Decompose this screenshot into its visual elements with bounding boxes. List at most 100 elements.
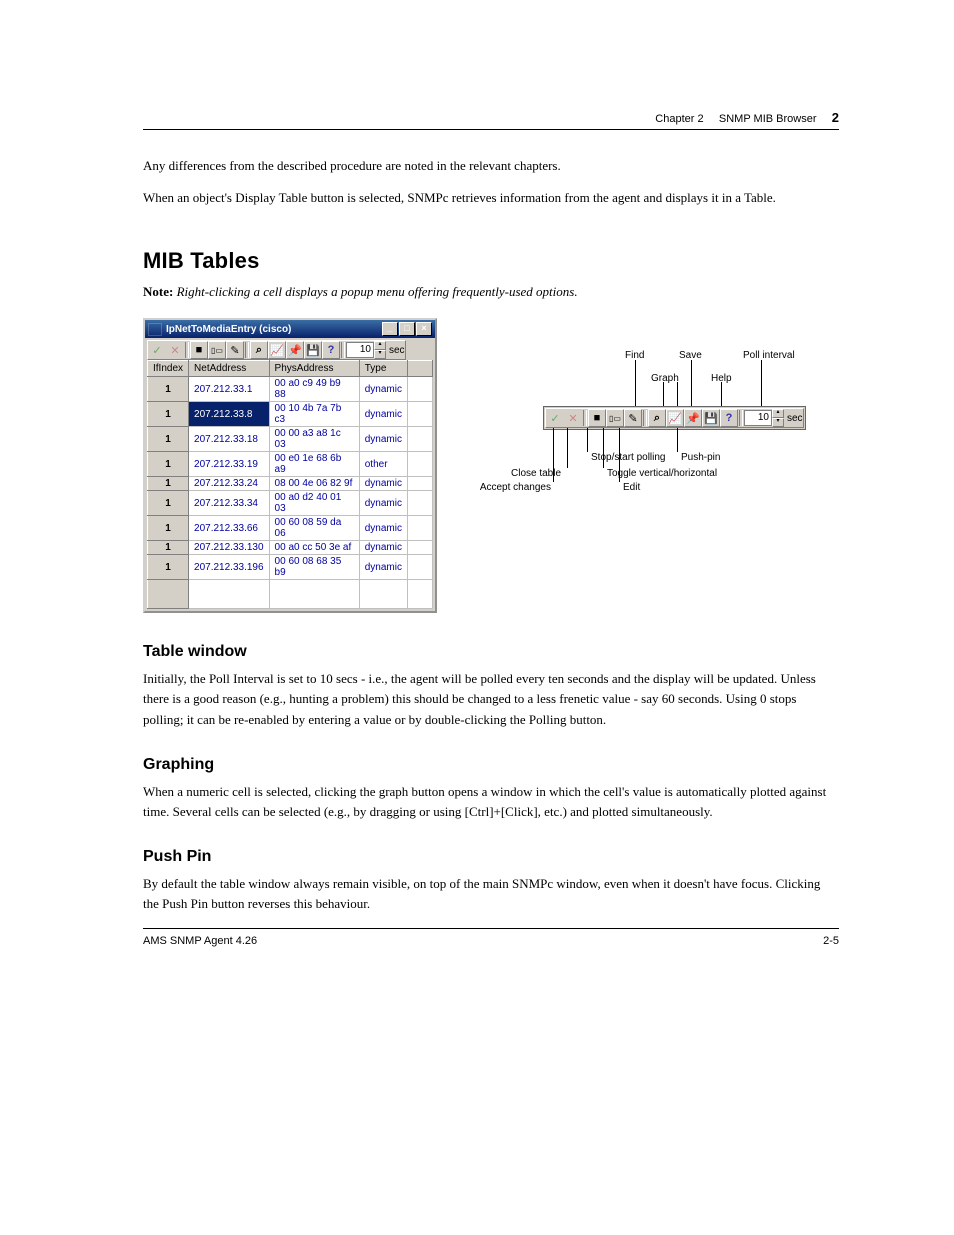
cell-ifindex[interactable]: 1	[148, 402, 189, 427]
poll-spin-buttons[interactable]: ▴▾	[374, 341, 386, 359]
cell-gutter	[408, 477, 433, 491]
cell-netaddress[interactable]: 207.212.33.1	[189, 377, 270, 402]
cell-netaddress[interactable]: 207.212.33.24	[189, 477, 270, 491]
data-grid[interactable]: IfIndex NetAddress PhysAddress Type 1207…	[147, 360, 433, 609]
cell-netaddress[interactable]: 207.212.33.196	[189, 555, 270, 580]
table-row[interactable]: 1207.212.33.1800 00 a3 a8 1c 03dynamic	[148, 427, 433, 452]
table-row[interactable]: 1207.212.33.2408 00 4e 06 82 9fdynamic	[148, 477, 433, 491]
window-icon	[148, 323, 162, 336]
toggle-vh-icon: ▯▭	[606, 409, 624, 427]
footer-rule	[143, 928, 839, 929]
edit-icon[interactable]: ✎	[226, 341, 244, 359]
close-icon[interactable]: ✕	[166, 341, 184, 359]
toggle-vh-icon[interactable]: ▯▭	[208, 341, 226, 359]
table-row[interactable]: 1207.212.33.3400 a0 d2 40 01 03dynamic	[148, 491, 433, 516]
poll-interval-input: 10	[744, 410, 772, 426]
col-scroll-gutter	[408, 361, 433, 377]
page-header: Chapter 2 SNMP MIB Browser 2	[143, 110, 839, 125]
chapter-title: SNMP MIB Browser	[719, 113, 817, 125]
cell-ifindex[interactable]: 1	[148, 427, 189, 452]
col-type[interactable]: Type	[359, 361, 407, 377]
table-row[interactable]: 1207.212.33.100 a0 c9 49 b9 88dynamic	[148, 377, 433, 402]
pushpin-icon[interactable]: 📌	[286, 341, 304, 359]
minimize-button[interactable]: _	[382, 322, 398, 336]
label-edit: Edit	[623, 482, 640, 493]
cell-type[interactable]: dynamic	[359, 541, 407, 555]
maximize-button[interactable]: □	[399, 322, 415, 336]
header-rule	[143, 129, 839, 130]
cell-physaddress[interactable]: 00 a0 cc 50 3e af	[269, 541, 359, 555]
cell-netaddress[interactable]: 207.212.33.34	[189, 491, 270, 516]
cell-gutter	[408, 555, 433, 580]
table-row[interactable]: 1207.212.33.800 10 4b 7a 7b c3dynamic	[148, 402, 433, 427]
cell-ifindex[interactable]: 1	[148, 555, 189, 580]
cell-ifindex[interactable]: 1	[148, 377, 189, 402]
cell-gutter	[408, 541, 433, 555]
seconds-label: sec	[389, 345, 405, 356]
cell-physaddress[interactable]: 00 60 08 68 35 b9	[269, 555, 359, 580]
label-pushpin: Push-pin	[681, 452, 720, 463]
cell-type[interactable]: dynamic	[359, 516, 407, 541]
col-netaddress[interactable]: NetAddress	[189, 361, 270, 377]
cell-type[interactable]: dynamic	[359, 377, 407, 402]
toolbar-separator	[341, 342, 345, 358]
toolbar-annotation: Find Save Poll interval Graph Help ✓ ✕	[543, 318, 839, 518]
cell-physaddress[interactable]: 00 a0 d2 40 01 03	[269, 491, 359, 516]
cell-physaddress[interactable]: 00 60 08 59 da 06	[269, 516, 359, 541]
cell-ifindex[interactable]: 1	[148, 452, 189, 477]
close-button[interactable]: ×	[416, 322, 432, 336]
stop-poll-icon[interactable]: ■	[190, 341, 208, 359]
col-ifindex[interactable]: IfIndex	[148, 361, 189, 377]
subheading-pushpin: Push Pin	[143, 848, 839, 866]
table-row[interactable]: 1207.212.33.6600 60 08 59 da 06dynamic	[148, 516, 433, 541]
table-row[interactable]: 1207.212.33.13000 a0 cc 50 3e afdynamic	[148, 541, 433, 555]
poll-interval-input[interactable]: 10	[346, 342, 374, 358]
toolbar-separator	[245, 342, 249, 358]
section-heading-mib-tables: MIB Tables	[143, 248, 839, 274]
chapter-number-big: 2	[832, 110, 839, 125]
label-poll-interval: Poll interval	[743, 350, 795, 361]
table-row[interactable]: 1207.212.33.19600 60 08 68 35 b9dynamic	[148, 555, 433, 580]
cell-netaddress[interactable]: 207.212.33.66	[189, 516, 270, 541]
help-icon[interactable]: ?	[322, 341, 340, 359]
col-physaddress[interactable]: PhysAddress	[269, 361, 359, 377]
close-icon: ✕	[564, 409, 582, 427]
find-icon[interactable]: ⌕	[250, 341, 268, 359]
cell-gutter	[408, 491, 433, 516]
cell-type[interactable]: other	[359, 452, 407, 477]
cell-ifindex[interactable]: 1	[148, 477, 189, 491]
cell-type[interactable]: dynamic	[359, 402, 407, 427]
cell-physaddress[interactable]: 08 00 4e 06 82 9f	[269, 477, 359, 491]
cell-netaddress[interactable]: 207.212.33.18	[189, 427, 270, 452]
graphing-body: When a numeric cell is selected, clickin…	[143, 782, 839, 822]
cell-type[interactable]: dynamic	[359, 477, 407, 491]
pushpin-icon: 📌	[684, 409, 702, 427]
cell-physaddress[interactable]: 00 e0 1e 68 6b a9	[269, 452, 359, 477]
save-icon[interactable]: 💾	[304, 341, 322, 359]
stop-poll-icon: ■	[588, 409, 606, 427]
cell-type[interactable]: dynamic	[359, 555, 407, 580]
table-row[interactable]: 1207.212.33.1900 e0 1e 68 6b a9other	[148, 452, 433, 477]
cell-netaddress[interactable]: 207.212.33.8	[189, 402, 270, 427]
cell-netaddress[interactable]: 207.212.33.130	[189, 541, 270, 555]
annotated-toolbar: ✓ ✕ ■ ▯▭ ✎ ⌕ 📈 📌 💾 ? 10 ▴▾	[545, 408, 804, 428]
cell-gutter	[408, 402, 433, 427]
cell-type[interactable]: dynamic	[359, 491, 407, 516]
cell-gutter	[408, 452, 433, 477]
cell-ifindex[interactable]: 1	[148, 516, 189, 541]
cell-physaddress[interactable]: 00 a0 c9 49 b9 88	[269, 377, 359, 402]
accept-icon[interactable]: ✓	[148, 341, 166, 359]
cell-physaddress[interactable]: 00 00 a3 a8 1c 03	[269, 427, 359, 452]
cell-gutter	[408, 377, 433, 402]
label-accept-changes: Accept changes	[473, 482, 551, 493]
graph-icon[interactable]: 📈	[268, 341, 286, 359]
table-note-text: Right-clicking a cell displays a popup m…	[177, 284, 578, 299]
cell-netaddress[interactable]: 207.212.33.19	[189, 452, 270, 477]
cell-ifindex[interactable]: 1	[148, 541, 189, 555]
subheading-graphing: Graphing	[143, 756, 839, 774]
cell-physaddress[interactable]: 00 10 4b 7a 7b c3	[269, 402, 359, 427]
titlebar[interactable]: IpNetToMediaEntry (cisco) _ □ ×	[145, 320, 435, 338]
subheading-table-window: Table window	[143, 643, 839, 661]
cell-type[interactable]: dynamic	[359, 427, 407, 452]
cell-ifindex[interactable]: 1	[148, 491, 189, 516]
